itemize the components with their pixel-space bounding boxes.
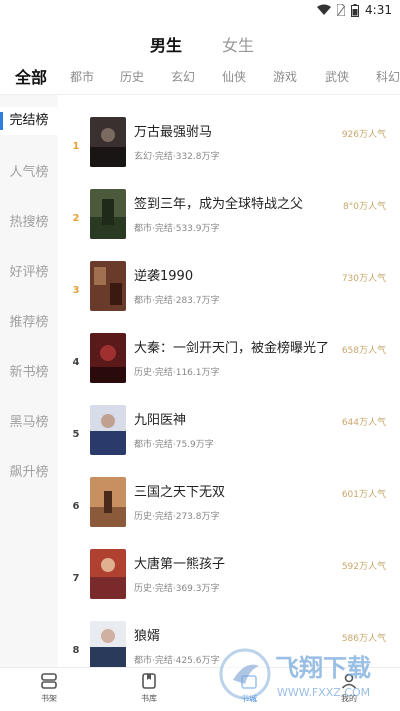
book-title[interactable]: 逆袭1990 (134, 265, 193, 284)
book-cover[interactable] (90, 261, 126, 311)
book-cover[interactable] (90, 333, 126, 383)
book-cover[interactable] (90, 189, 126, 239)
watermark-logo: 飞翔下载 WWW.FXXZ.COM (219, 648, 371, 700)
bookshelf-icon (41, 673, 57, 689)
book-meta: 历史·完结·273.8万字 (134, 512, 220, 522)
category-history[interactable]: 历史 (120, 68, 144, 85)
list-item[interactable]: 4 大秦：一剑开天门，被金榜曝光了 历史·完结·116.1万字 658万人气 (60, 333, 400, 405)
book-title[interactable]: 九阳医神 (134, 409, 186, 428)
sidebar-item-completed[interactable]: 完结榜 (0, 107, 58, 135)
category-wuxia[interactable]: 武侠 (325, 68, 349, 85)
book-meta: 历史·完结·369.3万字 (134, 584, 220, 594)
rank-number: 1 (72, 141, 80, 152)
tab-male[interactable]: 男生 (150, 32, 182, 56)
list-item[interactable]: 7 大唐第一熊孩子 历史·完结·369.3万字 592万人气 (60, 549, 400, 621)
book-title[interactable]: 三国之天下无双 (134, 481, 225, 500)
battery-icon (351, 3, 360, 17)
sidebar-item-hot-search[interactable]: 热搜榜 (0, 211, 58, 230)
book-meta: 历史·完结·116.1万字 (134, 368, 220, 378)
book-popularity: 926万人气 (341, 130, 386, 140)
sidebar-item-label: 完结榜 (9, 113, 49, 128)
category-row: 全部 都市 历史 玄幻 仙侠 游戏 武侠 科幻 (0, 64, 400, 90)
status-bar: 4:31 (0, 0, 400, 22)
nav-item-library[interactable]: 书库 (124, 672, 174, 704)
status-icons: 4:31 (317, 3, 392, 17)
category-scifi[interactable]: 科幻 (376, 68, 400, 85)
watermark-url: WWW.FXXZ.COM (277, 686, 370, 699)
book-cover[interactable] (90, 477, 126, 527)
nav-label: 书架 (41, 694, 57, 703)
status-time: 4:31 (365, 3, 392, 17)
sidebar-item-new[interactable]: 新书榜 (0, 361, 58, 380)
gender-tabs: 男生 女生 (0, 32, 400, 56)
book-popularity: 592万人气 (341, 562, 386, 572)
category-fantasy[interactable]: 玄幻 (171, 68, 195, 85)
book-meta: 都市·完结·425.6万字 (134, 656, 220, 666)
rank-number: 7 (72, 573, 80, 584)
category-urban[interactable]: 都市 (70, 68, 94, 85)
book-title[interactable]: 大唐第一熊孩子 (134, 553, 225, 572)
rank-number: 5 (72, 429, 80, 440)
book-popularity: 8°0万人气 (343, 202, 386, 212)
book-popularity: 730万人气 (341, 274, 386, 284)
list-item[interactable]: 5 九阳医神 都市·完结·75.9万字 644万人气 (60, 405, 400, 477)
sidebar-item-rising[interactable]: 飙升榜 (0, 461, 58, 480)
tab-female[interactable]: 女生 (222, 32, 254, 56)
sidebar-item-popular[interactable]: 人气榜 (0, 161, 58, 180)
book-title[interactable]: 万古最强驸马 (134, 121, 212, 140)
ranking-sidebar: 完结榜 人气榜 热搜榜 好评榜 推荐榜 新书榜 黑马榜 飙升榜 (0, 95, 58, 667)
list-item[interactable]: 2 签到三年，成为全球特战之父 都市·完结·533.9万字 8°0万人气 (60, 189, 400, 261)
category-game[interactable]: 游戏 (273, 68, 297, 85)
category-all[interactable]: 全部 (15, 64, 47, 88)
book-title[interactable]: 大秦：一剑开天门，被金榜曝光了 (134, 337, 329, 356)
list-item[interactable]: 3 逆袭1990 都市·完结·283.7万字 730万人气 (60, 261, 400, 333)
wifi-icon (317, 4, 332, 15)
list-item[interactable]: 1 万古最强驸马 玄幻·完结·332.8万字 926万人气 (60, 117, 400, 189)
list-item[interactable]: 6 三国之天下无双 历史·完结·273.8万字 601万人气 (60, 477, 400, 549)
library-icon (142, 673, 156, 689)
book-title[interactable]: 狼婿 (134, 625, 160, 644)
book-cover[interactable] (90, 405, 126, 455)
book-popularity: 644万人气 (341, 418, 386, 428)
nav-label: 书库 (141, 694, 157, 703)
rank-number: 2 (72, 213, 80, 224)
book-cover[interactable] (90, 621, 126, 671)
sidebar-item-recommended[interactable]: 推荐榜 (0, 311, 58, 330)
nav-item-bookshelf[interactable]: 书架 (24, 672, 74, 704)
sidebar-item-top-rated[interactable]: 好评榜 (0, 261, 58, 280)
sim-icon (337, 4, 346, 16)
sidebar-item-dark-horse[interactable]: 黑马榜 (0, 411, 58, 430)
rank-number: 4 (72, 357, 80, 368)
book-popularity: 658万人气 (341, 346, 386, 356)
book-cover[interactable] (90, 117, 126, 167)
book-popularity: 601万人气 (341, 490, 386, 500)
rank-number: 6 (72, 501, 80, 512)
book-cover[interactable] (90, 549, 126, 599)
book-meta: 都市·完结·283.7万字 (134, 296, 220, 306)
book-meta: 玄幻·完结·332.8万字 (134, 152, 220, 162)
category-xianxia[interactable]: 仙侠 (222, 68, 246, 85)
rank-number: 3 (72, 285, 80, 296)
rank-number: 8 (72, 645, 80, 656)
book-meta: 都市·完结·533.9万字 (134, 224, 220, 234)
book-title[interactable]: 签到三年，成为全球特战之父 (134, 193, 303, 212)
book-rank-list: 1 万古最强驸马 玄幻·完结·332.8万字 926万人气 2 签到三年，成为全… (60, 95, 400, 671)
watermark-text: 飞翔下载 (275, 654, 371, 682)
book-meta: 都市·完结·75.9万字 (134, 440, 214, 450)
active-indicator (0, 112, 3, 130)
